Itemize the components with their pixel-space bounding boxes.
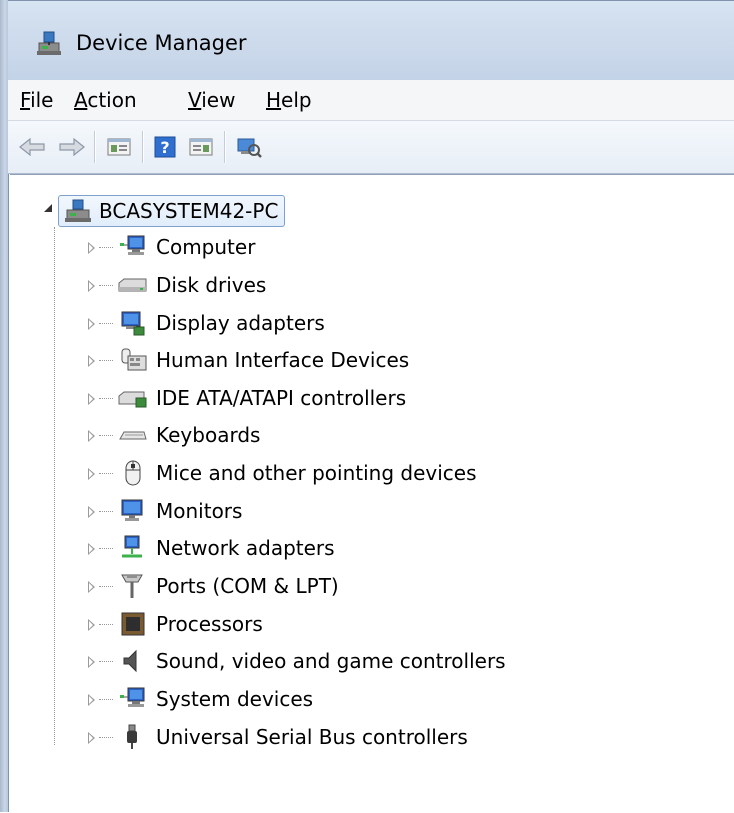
menu-action-accel: A [74, 88, 88, 112]
menu-action-label: ction [87, 88, 137, 112]
expand-icon[interactable] [88, 506, 95, 518]
expand-icon[interactable] [88, 355, 95, 367]
properties-icon[interactable] [104, 133, 134, 161]
expand-icon[interactable] [88, 280, 95, 292]
computer-network-icon [63, 198, 93, 224]
menu-view[interactable]: View [186, 88, 237, 112]
tree-connector [99, 737, 113, 738]
processor-icon [116, 610, 148, 638]
tree-connector [99, 360, 113, 361]
tree-connector [99, 511, 113, 512]
expand-icon[interactable] [88, 318, 95, 330]
toolbar-separator [224, 131, 226, 163]
tree-item-label: System devices [156, 687, 314, 711]
tree-item-label: IDE ATA/ATAPI controllers [156, 386, 407, 410]
svg-text:?: ? [160, 138, 169, 157]
network-adapter-icon [116, 534, 148, 562]
expand-icon[interactable] [88, 581, 95, 593]
forward-icon[interactable] [56, 133, 86, 161]
disk-drive-icon [116, 271, 148, 299]
toolbar-separator [142, 131, 144, 163]
expand-icon[interactable] [88, 619, 95, 631]
menu-file[interactable]: File [18, 88, 55, 112]
expand-icon[interactable] [88, 242, 95, 254]
tree-item-label: Mice and other pointing devices [156, 461, 477, 485]
tree-connector [99, 699, 113, 700]
update-driver-icon[interactable] [186, 133, 216, 161]
mouse-icon [116, 459, 148, 487]
title-bar[interactable]: Device Manager [8, 0, 734, 81]
computer-icon [116, 233, 148, 261]
tree-item-label: Keyboards [156, 423, 261, 447]
tree-connector [99, 435, 113, 436]
window-title: Device Manager [76, 31, 247, 55]
tree-connector [99, 624, 113, 625]
port-icon [116, 572, 148, 600]
display-adapter-icon [116, 309, 148, 337]
tree-item-label: Universal Serial Bus controllers [156, 725, 468, 749]
tree-connector [99, 586, 113, 587]
expand-icon[interactable] [88, 393, 95, 405]
tree-connector [99, 661, 113, 662]
menu-help-accel: H [266, 88, 282, 112]
hid-icon [116, 346, 148, 374]
device-tree: BCASYSTEM42-PC Computer Disk drives Disp… [10, 174, 734, 813]
tree-connector [99, 548, 113, 549]
tree-item-label: Disk drives [156, 273, 267, 297]
toolbar-separator [94, 131, 96, 163]
menu-view-accel: V [188, 88, 202, 112]
menu-file-label: ile [30, 88, 54, 112]
tree-connector-line [54, 227, 55, 745]
tree-root-label: BCASYSTEM42-PC [99, 199, 279, 223]
expand-icon[interactable] [88, 656, 95, 668]
menu-file-accel: F [20, 88, 31, 112]
menu-help-label: elp [281, 88, 312, 112]
tree-connector [99, 473, 113, 474]
usb-icon [116, 723, 148, 751]
menu-action[interactable]: Action [72, 88, 139, 112]
menu-bar: File Action View Help [8, 80, 734, 121]
tree-connector [99, 323, 113, 324]
tree-item-label: Network adapters [156, 536, 335, 560]
tree-item-label: Monitors [156, 499, 243, 523]
expand-icon[interactable] [88, 430, 95, 442]
back-icon[interactable] [18, 133, 48, 161]
collapse-icon[interactable] [44, 204, 52, 212]
expand-icon[interactable] [88, 543, 95, 555]
tree-item-label: Sound, video and game controllers [156, 649, 506, 673]
expand-icon[interactable] [88, 732, 95, 744]
device-manager-icon [34, 29, 64, 57]
menu-help[interactable]: Help [264, 88, 314, 112]
speaker-icon [116, 647, 148, 675]
help-icon[interactable]: ? [150, 133, 180, 161]
expand-icon[interactable] [88, 694, 95, 706]
system-device-icon [116, 685, 148, 713]
monitor-icon [116, 497, 148, 525]
keyboard-icon [116, 421, 148, 449]
toolbar: ? [8, 121, 734, 174]
tree-item-label: Display adapters [156, 311, 325, 335]
tree-connector [99, 247, 113, 248]
tree-item-label: Human Interface Devices [156, 348, 410, 372]
tree-item-label: Computer [156, 235, 256, 259]
scan-hardware-icon[interactable] [234, 133, 264, 161]
tree-root-selection[interactable]: BCASYSTEM42-PC [58, 195, 286, 227]
tree-connector [99, 285, 113, 286]
tree-item-label: Ports (COM & LPT) [156, 574, 339, 598]
tree-connector [99, 398, 113, 399]
ide-controller-icon [116, 384, 148, 412]
expand-icon[interactable] [88, 468, 95, 480]
tree-item-label: Processors [156, 612, 263, 636]
menu-view-label: iew [201, 88, 236, 112]
